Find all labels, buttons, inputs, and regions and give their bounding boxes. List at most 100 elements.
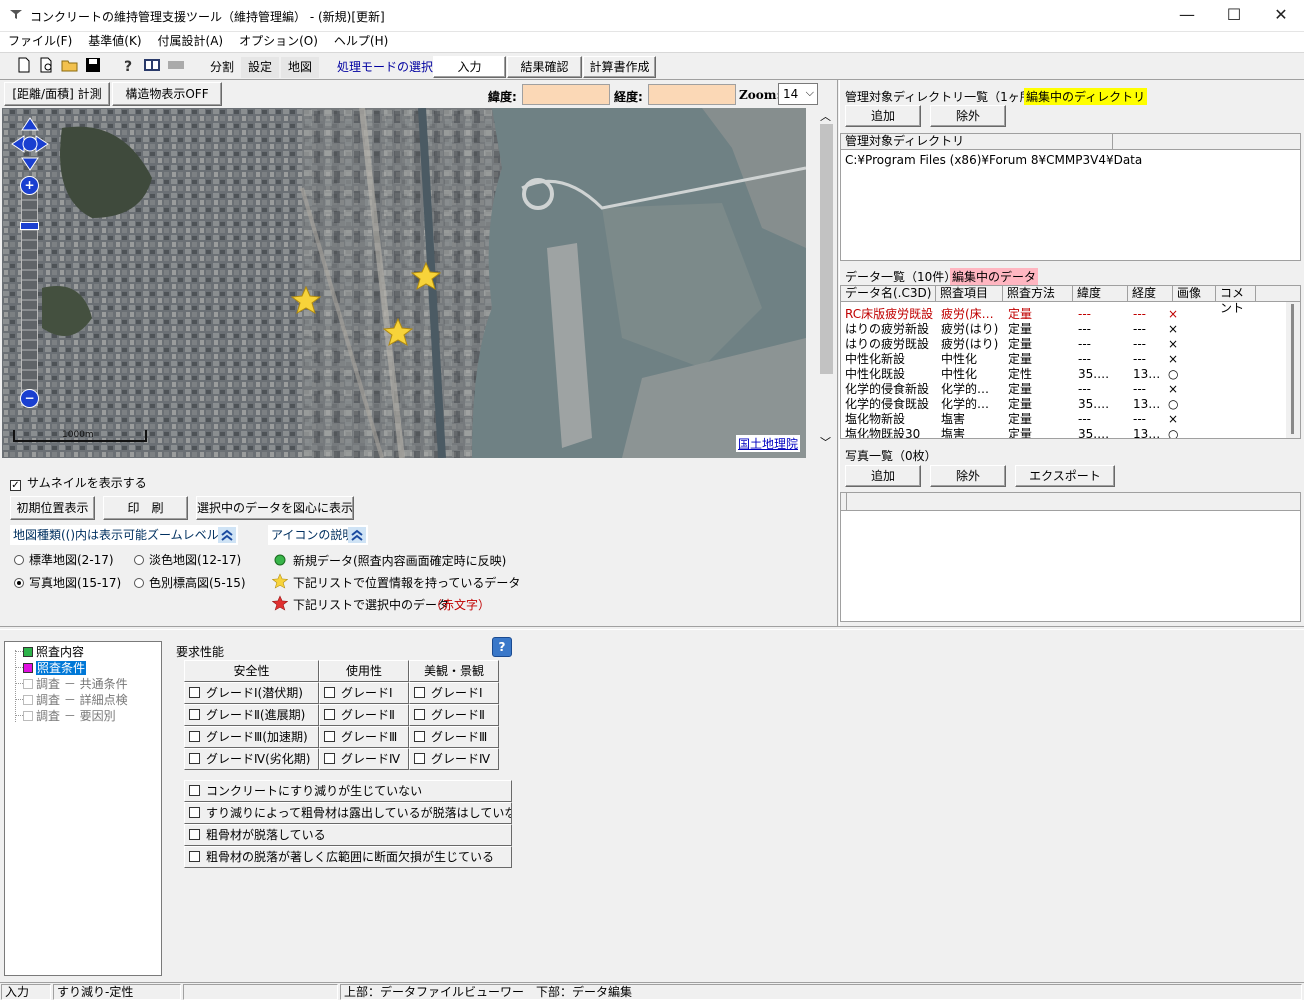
condition-checkbox[interactable]: 粗骨材の脱落が著しく広範囲に断面欠損が生じている <box>184 846 512 868</box>
photo-export-button[interactable]: エクスポート <box>1015 465 1115 487</box>
pan-control-icon[interactable] <box>10 116 50 172</box>
table-row[interactable]: 化学的侵食既設 化学的… 定量 35.… 13… ○ <box>845 397 1285 412</box>
menu-help[interactable]: ヘルプ(H) <box>326 32 396 50</box>
menu-standards[interactable]: 基準値(K) <box>80 32 149 50</box>
measure-button[interactable]: [距離/面積] 計測 <box>4 82 110 106</box>
grade-checkbox-usability[interactable]: グレードⅠ <box>319 682 409 704</box>
location-star-icon[interactable] <box>411 261 441 291</box>
print-button[interactable]: 印 刷 <box>103 496 188 520</box>
condition-checkbox[interactable]: すり減りによって粗骨材は露出しているが脱落はしていない <box>184 802 512 824</box>
help-icon[interactable]: ? <box>492 637 512 657</box>
input-mode-button[interactable]: 入力 <box>433 56 506 78</box>
collapse-icon[interactable] <box>348 527 366 543</box>
tree-view[interactable]: 照査内容 照査条件 調査 － 共通条件 調査 － 詳細点検 調査 － 要因別 <box>4 641 162 976</box>
data-list-scrollbar[interactable] <box>1286 302 1300 438</box>
grade-checkbox-aesthetics[interactable]: グレードⅣ <box>409 748 499 770</box>
thumbnail-checkbox[interactable]: ✓ サムネイルを表示する <box>10 474 147 491</box>
table-row[interactable]: はりの疲労既設 疲労(はり) 定量 --- --- × <box>845 337 1285 352</box>
grade-checkbox-safety[interactable]: グレードⅡ(進展期) <box>184 704 319 726</box>
initial-position-button[interactable]: 初期位置表示 <box>10 496 95 520</box>
open-folder-icon[interactable] <box>60 57 80 77</box>
grade-checkbox-usability[interactable]: グレードⅢ <box>319 726 409 748</box>
scrollbar-thumb[interactable] <box>820 124 833 374</box>
grade-checkbox-usability[interactable]: グレードⅡ <box>319 704 409 726</box>
condition-checkbox[interactable]: コンクリートにすり減りが生じていない <box>184 780 512 802</box>
photo-add-button[interactable]: 追加 <box>845 465 921 487</box>
column-header[interactable]: 照査項目 <box>936 286 1003 302</box>
column-header[interactable]: コメント <box>1216 286 1256 315</box>
map-view[interactable]: + − 1000m 国土地理院 <box>2 108 806 458</box>
table-row[interactable]: 中性化新設 中性化 定量 --- --- × <box>845 352 1285 367</box>
zoom-slider[interactable] <box>21 180 38 406</box>
map-type-pale[interactable]: 淡色地図(12-17) <box>134 551 241 568</box>
center-selected-button[interactable]: 選択中のデータを図心に表示 <box>196 496 354 520</box>
grade-checkbox-aesthetics[interactable]: グレードⅠ <box>409 682 499 704</box>
menu-file[interactable]: ファイル(F) <box>0 32 80 50</box>
grade-checkbox-aesthetics[interactable]: グレードⅢ <box>409 726 499 748</box>
longitude-field[interactable] <box>648 84 736 105</box>
report-mode-button[interactable]: 計算書作成 <box>583 56 656 78</box>
zoom-select[interactable]: 14 ⌵ <box>778 83 818 105</box>
structure-toggle-button[interactable]: 構造物表示OFF <box>112 82 222 106</box>
directory-remove-button[interactable]: 除外 <box>930 105 1006 127</box>
map-toggle[interactable]: 地図 <box>281 57 320 78</box>
condition-checkbox[interactable]: 粗骨材が脱落している <box>184 824 512 846</box>
column-header[interactable]: データ名(.C3D) <box>841 286 936 302</box>
map-type-elevation[interactable]: 色別標高図(5-15) <box>134 574 246 591</box>
attribution-link[interactable]: 国土地理院 <box>736 435 801 452</box>
data-list[interactable]: データ名(.C3D) 照査項目 照査方法 緯度 経度 画像 コメント RC床版疲… <box>840 285 1301 439</box>
table-row[interactable]: 塩化物既設30 塩害 定量 35.… 13… ○ <box>845 427 1285 438</box>
split-toggle[interactable]: 分割 <box>203 57 241 78</box>
map-scrollbar[interactable]: ︿ ﹀ <box>818 108 835 458</box>
directory-column-header[interactable]: 管理対象ディレクトリ <box>841 134 1113 150</box>
minimize-button[interactable]: — <box>1164 0 1210 32</box>
map-type-standard[interactable]: 標準地図(2-17) <box>14 551 114 568</box>
tree-item-survey-common[interactable]: 調査 － 共通条件 <box>15 676 128 692</box>
chevron-down-icon[interactable]: ﹀ <box>820 434 831 450</box>
location-star-icon[interactable] <box>291 285 321 315</box>
column-header[interactable]: 画像 <box>1173 286 1216 302</box>
zoom-out-icon[interactable]: − <box>20 389 39 408</box>
settings-toggle[interactable]: 設定 <box>241 57 280 78</box>
table-row[interactable]: はりの疲労新設 疲労(はり) 定量 --- --- × <box>845 322 1285 337</box>
zoom-in-icon[interactable]: + <box>20 176 39 195</box>
scrollbar-thumb[interactable] <box>1291 304 1294 434</box>
table-row[interactable]: 中性化既設 中性化 定性 35.… 13… ○ <box>845 367 1285 382</box>
directory-list[interactable]: 管理対象ディレクトリ C:¥Program Files (x86)¥Forum … <box>840 133 1301 261</box>
column-header[interactable]: 経度 <box>1128 286 1173 302</box>
list-item[interactable]: C:¥Program Files (x86)¥Forum 8¥CMMP3V4¥D… <box>845 153 1142 168</box>
photo-remove-button[interactable]: 除外 <box>930 465 1006 487</box>
zoom-thumb[interactable] <box>20 222 39 230</box>
chevron-up-icon[interactable]: ︿ <box>820 108 831 124</box>
maximize-button[interactable]: ☐ <box>1211 0 1257 32</box>
save-icon[interactable] <box>83 57 103 77</box>
tree-item-survey-detail[interactable]: 調査 － 詳細点検 <box>15 692 128 708</box>
grade-checkbox-usability[interactable]: グレードⅣ <box>319 748 409 770</box>
grade-checkbox-safety[interactable]: グレードⅣ(劣化期) <box>184 748 319 770</box>
collapse-icon[interactable] <box>218 527 236 543</box>
menu-options[interactable]: オプション(O) <box>231 32 326 50</box>
grade-checkbox-safety[interactable]: グレードⅠ(潜伏期) <box>184 682 319 704</box>
directory-add-button[interactable]: 追加 <box>845 105 921 127</box>
latitude-field[interactable] <box>522 84 610 105</box>
preview-icon[interactable] <box>37 57 57 77</box>
table-row[interactable]: RC床版疲労既設 疲労(床… 定量 --- --- × <box>845 307 1285 322</box>
horizontal-splitter[interactable] <box>0 626 1304 630</box>
photo-list[interactable] <box>840 492 1301 622</box>
location-star-icon[interactable] <box>383 317 413 347</box>
grade-checkbox-safety[interactable]: グレードⅢ(加速期) <box>184 726 319 748</box>
book-icon[interactable] <box>142 57 162 77</box>
tree-item-check-condition[interactable]: 照査条件 <box>15 660 87 676</box>
help-icon[interactable]: ? <box>118 57 138 77</box>
tree-item-check-content[interactable]: 照査内容 <box>15 644 84 660</box>
menu-design[interactable]: 付属設計(A) <box>150 32 232 50</box>
column-header[interactable]: 照査方法 <box>1003 286 1073 302</box>
result-mode-button[interactable]: 結果確認 <box>507 56 582 78</box>
grade-checkbox-aesthetics[interactable]: グレードⅡ <box>409 704 499 726</box>
map-type-photo[interactable]: 写真地図(15-17) <box>14 574 121 591</box>
new-file-icon[interactable] <box>14 57 34 77</box>
table-row[interactable]: 塩化物新設 塩害 定量 --- --- × <box>845 412 1285 427</box>
column-header[interactable]: 緯度 <box>1073 286 1128 302</box>
tree-item-survey-factor[interactable]: 調査 － 要因別 <box>15 708 116 724</box>
close-button[interactable]: ✕ <box>1258 0 1304 32</box>
